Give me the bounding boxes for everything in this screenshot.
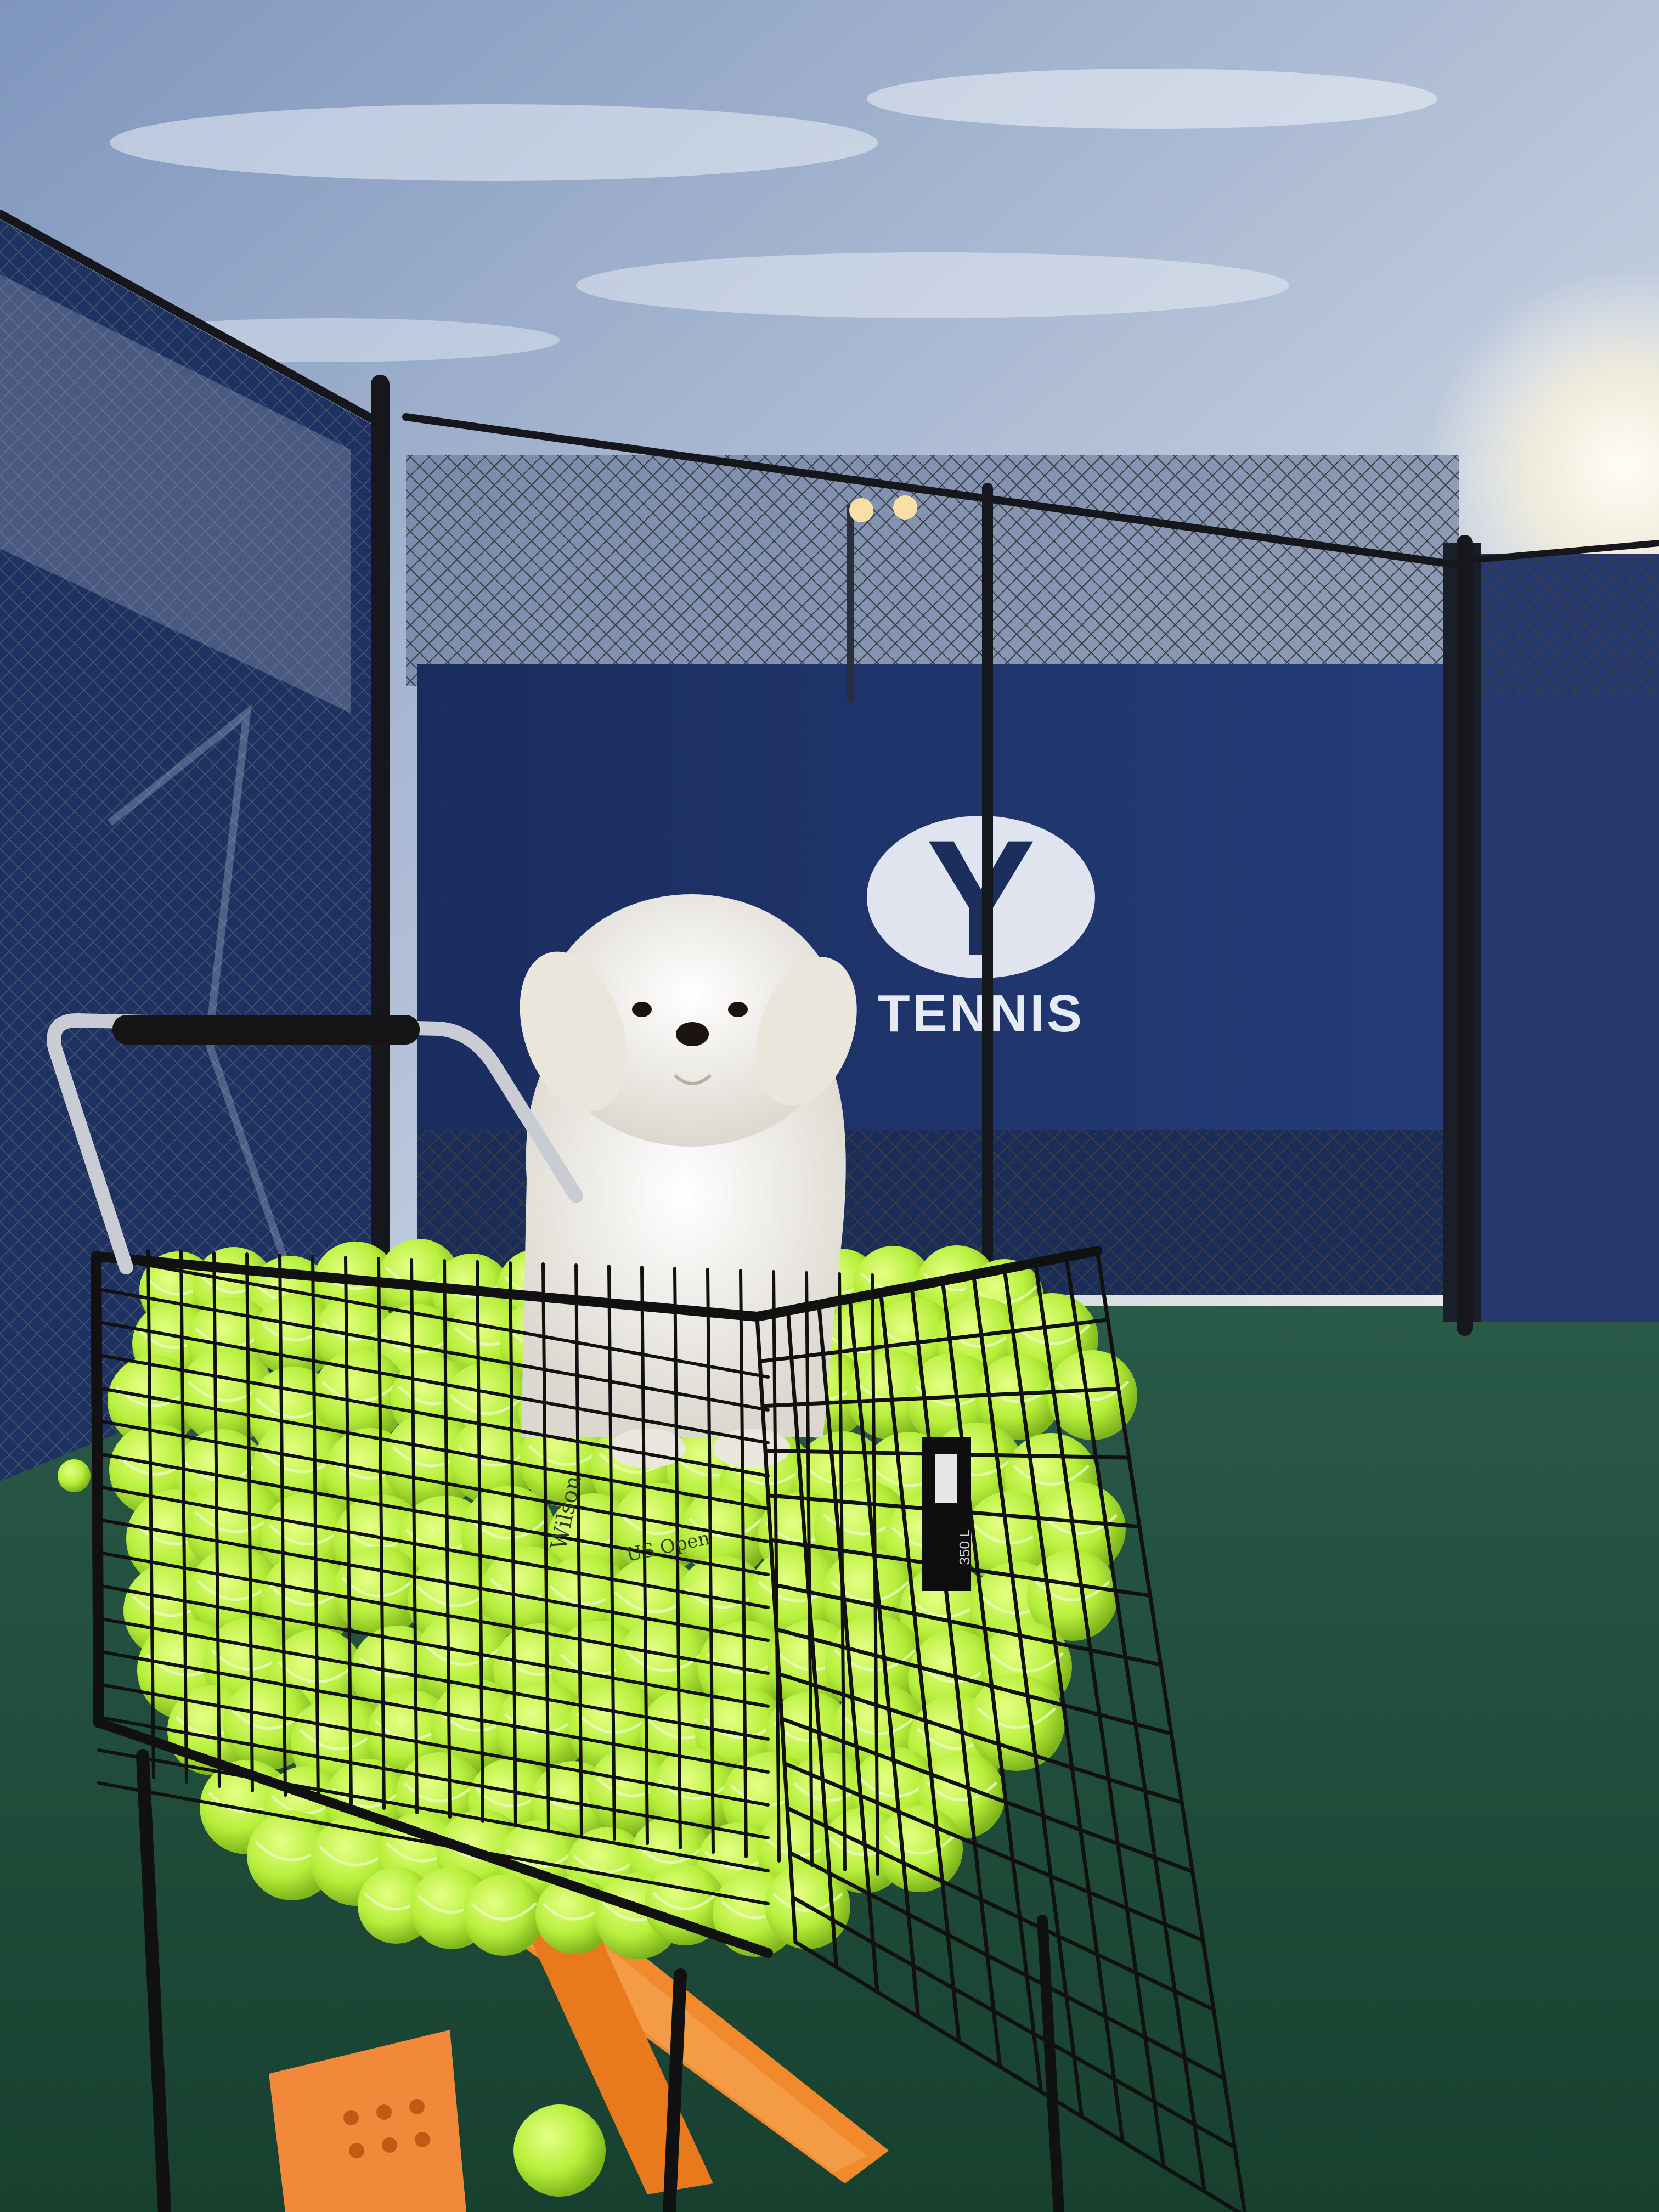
lower-ball xyxy=(514,2104,606,2197)
byu-logo: Y TENNIS xyxy=(867,805,1095,1043)
dog-right-eye xyxy=(728,1002,748,1017)
cart-tag: 350 L xyxy=(922,1437,973,1591)
dog-left-eye xyxy=(632,1002,652,1017)
dog xyxy=(520,894,857,1468)
cart-frame-left xyxy=(91,1251,104,1728)
cart-tag-text: 350 L xyxy=(956,1529,973,1565)
dog-nose xyxy=(676,1022,709,1046)
right-fence xyxy=(1443,543,1659,1322)
tennis-ball xyxy=(463,1875,544,1956)
stray-ball xyxy=(58,1459,91,1492)
logo-letter: Y xyxy=(926,805,1036,990)
banner-tennis-text: TENNIS xyxy=(878,984,1084,1043)
tennis-ball xyxy=(968,1674,1065,1771)
photo-scene: Y TENNIS 350 L Wilson US Open xyxy=(0,0,1659,2212)
